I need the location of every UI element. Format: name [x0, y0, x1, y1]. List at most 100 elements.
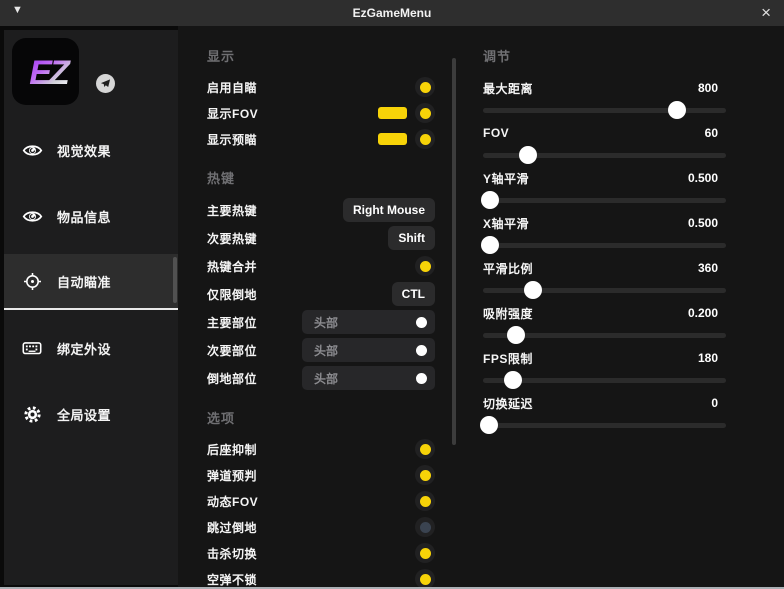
toggle-on[interactable] [415, 569, 435, 589]
toggle-on[interactable] [415, 439, 435, 459]
slider-track[interactable] [483, 198, 726, 203]
setting-row-kill-switch: 击杀切换 [207, 540, 435, 566]
part-select-primary-part[interactable]: 头部 [302, 310, 435, 334]
sidebar-item-aimbot[interactable]: 自动瞄准 [4, 254, 178, 310]
slider-label: X轴平滑 [483, 215, 529, 232]
slider-handle[interactable] [481, 236, 499, 254]
toggle-off[interactable] [415, 517, 435, 537]
sidebar-item-label: 自动瞄准 [57, 272, 111, 291]
toggle-on[interactable] [415, 256, 435, 276]
middle-scrollbar[interactable] [452, 58, 456, 445]
slider-handle[interactable] [524, 281, 542, 299]
section-rows: 主要热键Right Mouse次要热键Shift热键合并仅限倒地CTL主要部位头… [207, 196, 455, 392]
slider-label: 最大距离 [483, 80, 533, 97]
select-knob[interactable] [416, 345, 427, 356]
slider-header: 切换延迟0 [483, 391, 726, 415]
section-display: 显示启用自瞄显示FOV显示预瞄 [207, 44, 455, 152]
setting-label: 弹道预判 [207, 467, 257, 484]
toggle-on[interactable] [415, 491, 435, 511]
slider-handle[interactable] [668, 101, 686, 119]
section-options: 选项后座抑制弹道预判动态FOV跳过倒地击杀切换空弹不锁 [207, 406, 455, 589]
slider-handle[interactable] [504, 371, 522, 389]
slider-track[interactable] [483, 153, 726, 158]
toggle-on[interactable] [415, 465, 435, 485]
setting-control [415, 465, 435, 485]
hotkey-button-primary-hotkey[interactable]: Right Mouse [343, 198, 435, 222]
setting-row-skip-downed: 跳过倒地 [207, 514, 435, 540]
toggle-on[interactable] [415, 77, 435, 97]
toggle-dot [420, 261, 431, 272]
slider-header: 吸附强度0.200 [483, 301, 726, 325]
keyboard-icon [21, 337, 43, 359]
slider-header: X轴平滑 0.500 [483, 211, 726, 235]
part-select-downed-part[interactable]: 头部 [302, 366, 435, 390]
telegram-button[interactable] [96, 74, 115, 93]
slider-track[interactable] [483, 378, 726, 383]
toggle-dot [420, 470, 431, 481]
toggle-dot [420, 108, 431, 119]
slider-header: Y轴平滑0.500 [483, 166, 726, 190]
setting-control: Right Mouse [343, 198, 435, 222]
slider-track-area [483, 325, 726, 346]
sidebar-item-item-info[interactable]: 物品信息 [4, 188, 178, 244]
window-title: EzGameMenu [0, 0, 784, 26]
main-panel: 显示启用自瞄显示FOV显示预瞄热键主要热键Right Mouse次要热键Shif… [178, 26, 784, 587]
select-knob[interactable] [416, 317, 427, 328]
setting-control [415, 569, 435, 589]
toggle-on[interactable] [415, 543, 435, 563]
setting-control: 头部 [302, 310, 435, 334]
close-icon[interactable]: × [761, 2, 771, 24]
slider-track[interactable] [483, 108, 726, 113]
slider-track[interactable] [483, 423, 726, 428]
sidebar-item-global-settings[interactable]: 全局设置 [4, 386, 178, 442]
slider-track-area [483, 190, 726, 211]
setting-label: 仅限倒地 [207, 286, 257, 303]
setting-control [415, 77, 435, 97]
slider-label: Y轴平滑 [483, 170, 529, 187]
slider-label: 吸附强度 [483, 305, 533, 322]
title-bar: ▼ EzGameMenu × [0, 0, 784, 26]
slider-handle[interactable] [507, 326, 525, 344]
slider-label: 切换延迟 [483, 395, 533, 412]
slider-handle[interactable] [481, 191, 499, 209]
select-value: 头部 [314, 370, 338, 387]
setting-label: 动态FOV [207, 493, 258, 510]
section-rows: 后座抑制弹道预判动态FOV跳过倒地击杀切换空弹不锁 [207, 436, 455, 589]
slider-group-max-distance: 最大距离800 [483, 76, 726, 121]
slider-track[interactable] [483, 288, 726, 293]
sidebar-item-label: 物品信息 [57, 207, 111, 226]
gear-icon [21, 404, 43, 425]
setting-row-secondary-part: 次要部位头部 [207, 336, 435, 364]
setting-control: 头部 [302, 338, 435, 362]
color-swatch[interactable] [378, 133, 407, 145]
slider-track[interactable] [483, 243, 726, 248]
settings-column: 显示启用自瞄显示FOV显示预瞄热键主要热键Right Mouse次要热键Shif… [178, 26, 455, 587]
slider-group-fps-limit: FPS限制180 [483, 346, 726, 391]
color-swatch[interactable] [378, 107, 407, 119]
slider-handle[interactable] [480, 416, 498, 434]
sidebar-item-visual-effects[interactable]: 视觉效果 [4, 122, 178, 178]
slider-group-snap-strength: 吸附强度0.200 [483, 301, 726, 346]
slider-value: 60 [705, 126, 726, 140]
setting-label: 热键合并 [207, 258, 257, 275]
setting-label: 击杀切换 [207, 545, 257, 562]
setting-control [415, 517, 435, 537]
logo-row: EZ [4, 30, 178, 120]
setting-row-enable-aim: 启用自瞄 [207, 74, 435, 100]
toggle-on[interactable] [415, 129, 435, 149]
sidebar-item-peripherals[interactable]: 绑定外设 [4, 320, 178, 376]
app-logo: EZ [12, 38, 79, 105]
hotkey-button-downed-only[interactable]: CTL [392, 282, 435, 306]
slider-track[interactable] [483, 333, 726, 338]
toggle-dot [420, 444, 431, 455]
slider-handle[interactable] [519, 146, 537, 164]
toggle-on[interactable] [415, 103, 435, 123]
select-knob[interactable] [416, 373, 427, 384]
setting-control: Shift [388, 226, 435, 250]
part-select-secondary-part[interactable]: 头部 [302, 338, 435, 362]
slider-value: 0.500 [688, 216, 726, 230]
setting-control [415, 256, 435, 276]
setting-row-secondary-hotkey: 次要热键Shift [207, 224, 435, 252]
setting-row-show-fov: 显示FOV [207, 100, 435, 126]
hotkey-button-secondary-hotkey[interactable]: Shift [388, 226, 435, 250]
